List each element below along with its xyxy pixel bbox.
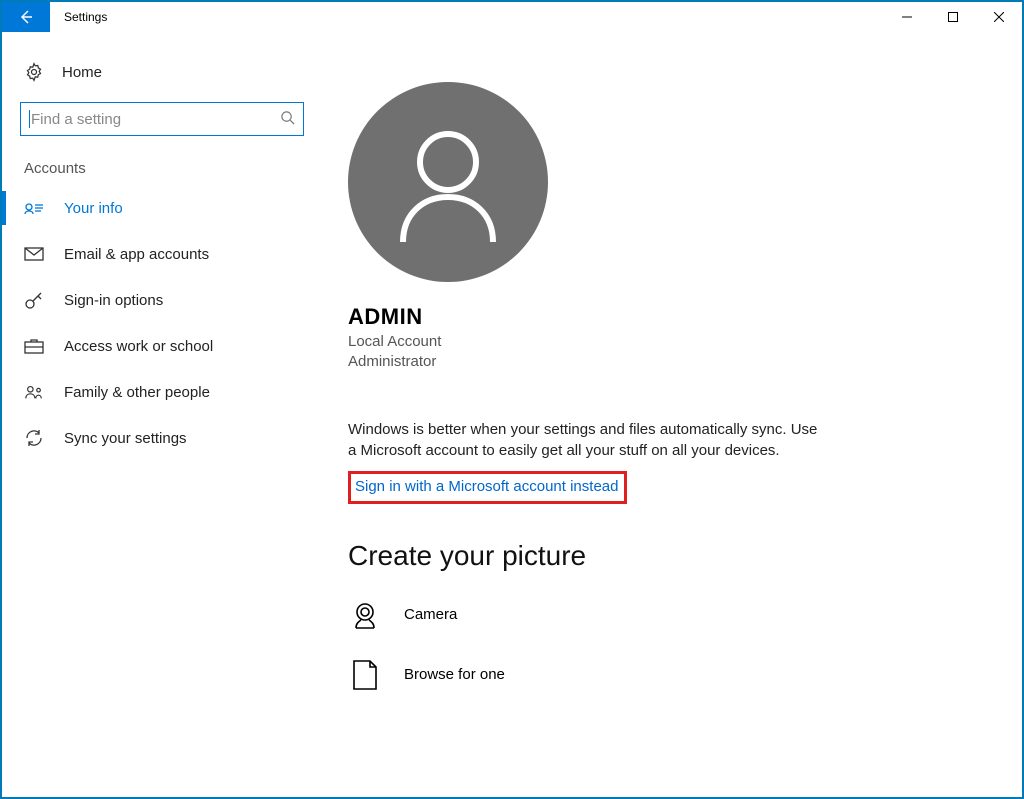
search-input[interactable] xyxy=(29,110,280,129)
search-box[interactable] xyxy=(20,102,304,136)
camera-label: Camera xyxy=(404,606,457,623)
back-arrow-icon xyxy=(18,9,34,25)
minimize-icon xyxy=(902,12,912,22)
browse-label: Browse for one xyxy=(404,666,505,683)
username: ADMIN xyxy=(348,304,982,330)
key-icon xyxy=(24,290,44,310)
nav-family-people[interactable]: Family & other people xyxy=(2,369,322,415)
sync-icon xyxy=(24,428,44,448)
nav-label: Access work or school xyxy=(64,338,213,355)
signin-microsoft-link[interactable]: Sign in with a Microsoft account instead xyxy=(348,471,627,504)
maximize-icon xyxy=(948,12,958,22)
briefcase-icon xyxy=(24,338,44,354)
camera-option[interactable]: Camera xyxy=(348,598,982,632)
close-icon xyxy=(994,12,1004,22)
window-controls xyxy=(884,2,1022,32)
mail-icon xyxy=(24,247,44,261)
nav-label: Family & other people xyxy=(64,384,210,401)
minimize-button[interactable] xyxy=(884,2,930,32)
section-heading: Accounts xyxy=(2,156,322,185)
nav-label: Your info xyxy=(64,200,123,217)
nav-your-info[interactable]: Your info xyxy=(2,185,322,231)
sidebar: Home Accounts Your info Email & app xyxy=(2,32,322,797)
user-avatar xyxy=(348,82,548,282)
main-panel: ADMIN Local Account Administrator Window… xyxy=(322,32,1022,797)
browse-option[interactable]: Browse for one xyxy=(348,658,982,692)
person-icon xyxy=(348,82,548,282)
maximize-button[interactable] xyxy=(930,2,976,32)
text-cursor xyxy=(29,110,30,128)
home-label: Home xyxy=(62,64,102,81)
nav-label: Sign-in options xyxy=(64,292,163,309)
search-icon xyxy=(280,110,295,128)
home-nav[interactable]: Home xyxy=(2,54,322,92)
nav-access-work-school[interactable]: Access work or school xyxy=(2,323,322,369)
gear-icon xyxy=(24,62,44,82)
account-description: Windows is better when your settings and… xyxy=(348,419,818,461)
nav-sync-settings[interactable]: Sync your settings xyxy=(2,415,322,461)
title-bar: Settings xyxy=(2,2,1022,32)
nav-email-accounts[interactable]: Email & app accounts xyxy=(2,231,322,277)
window-title: Settings xyxy=(64,10,107,24)
people-icon xyxy=(24,384,44,400)
back-button[interactable] xyxy=(2,2,50,32)
close-button[interactable] xyxy=(976,2,1022,32)
nav-label: Sync your settings xyxy=(64,430,187,447)
nav-label: Email & app accounts xyxy=(64,246,209,263)
create-picture-heading: Create your picture xyxy=(348,540,982,572)
content-area: Home Accounts Your info Email & app xyxy=(2,32,1022,797)
account-role: Administrator xyxy=(348,352,982,372)
account-type: Local Account xyxy=(348,332,982,352)
person-card-icon xyxy=(24,201,44,215)
nav-signin-options[interactable]: Sign-in options xyxy=(2,277,322,323)
browse-icon xyxy=(348,658,382,692)
camera-icon xyxy=(348,598,382,632)
